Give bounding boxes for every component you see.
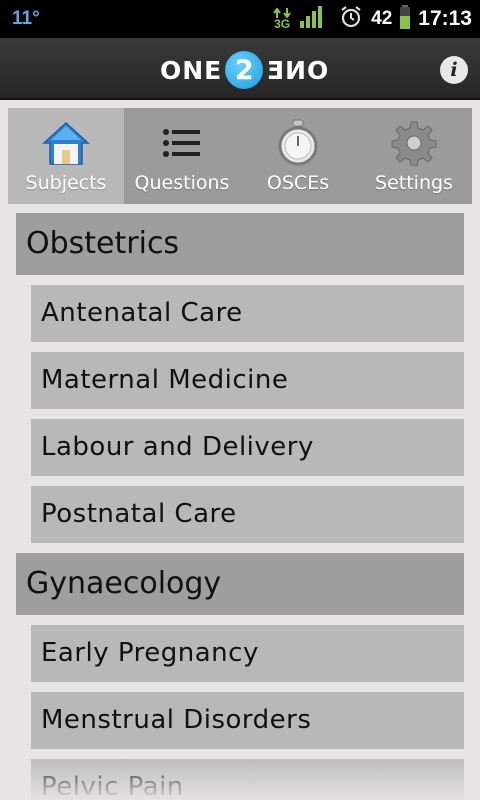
tab-osces[interactable]: OSCEs: [240, 108, 356, 204]
list-item-labour-and-delivery[interactable]: Labour and Delivery: [31, 419, 464, 476]
info-icon: i: [450, 59, 458, 81]
app-logo: ONE 2 ONE: [160, 50, 329, 90]
tab-questions[interactable]: Questions: [124, 108, 240, 204]
clock-time: 17:13: [418, 7, 472, 30]
network-3g-icon: 3G: [273, 8, 291, 30]
battery-icon: [400, 5, 411, 33]
status-icons: 3G 42 17:13: [273, 4, 472, 34]
list-item-early-pregnancy[interactable]: Early Pregnancy: [31, 625, 464, 682]
list-item-antenatal-care[interactable]: Antenatal Care: [31, 285, 464, 342]
list-item-maternal-medicine[interactable]: Maternal Medicine: [31, 352, 464, 409]
home-icon: [40, 118, 92, 168]
tab-settings[interactable]: Settings: [356, 108, 472, 204]
tab-osces-label: OSCEs: [266, 172, 330, 194]
tab-subjects[interactable]: Subjects: [8, 108, 124, 204]
logo-left-word: ONE: [160, 55, 223, 85]
app-title-bar: ONE 2 ONE: [0, 38, 480, 100]
list-item-pelvic-pain[interactable]: Pelvic Pain: [31, 759, 464, 800]
logo-right-word-mirrored: ONE: [266, 55, 329, 85]
section-header-gynaecology[interactable]: Gynaecology: [16, 553, 464, 615]
info-button[interactable]: i: [440, 56, 468, 84]
tab-questions-label: Questions: [134, 172, 230, 194]
status-bar: 11° 3G 42 17:13: [0, 0, 480, 38]
list-item-menstrual-disorders[interactable]: Menstrual Disorders: [31, 692, 464, 749]
tab-subjects-label: Subjects: [25, 172, 107, 194]
alarm-clock-icon: [339, 5, 363, 33]
tab-bar: Subjects Questions OSCEs Settings: [8, 108, 472, 204]
signal-strength-icon: [299, 5, 325, 33]
temperature-indicator: 11°: [12, 8, 40, 29]
tab-settings-label: Settings: [375, 172, 453, 194]
logo-number: 2: [225, 51, 264, 89]
list-item-postnatal-care[interactable]: Postnatal Care: [31, 486, 464, 543]
gear-icon: [388, 118, 440, 168]
battery-level: 42: [371, 8, 393, 29]
section-header-obstetrics[interactable]: Obstetrics: [16, 213, 464, 275]
stopwatch-icon: [272, 118, 324, 168]
network-label: 3G: [274, 17, 291, 31]
list-icon: [156, 118, 208, 168]
